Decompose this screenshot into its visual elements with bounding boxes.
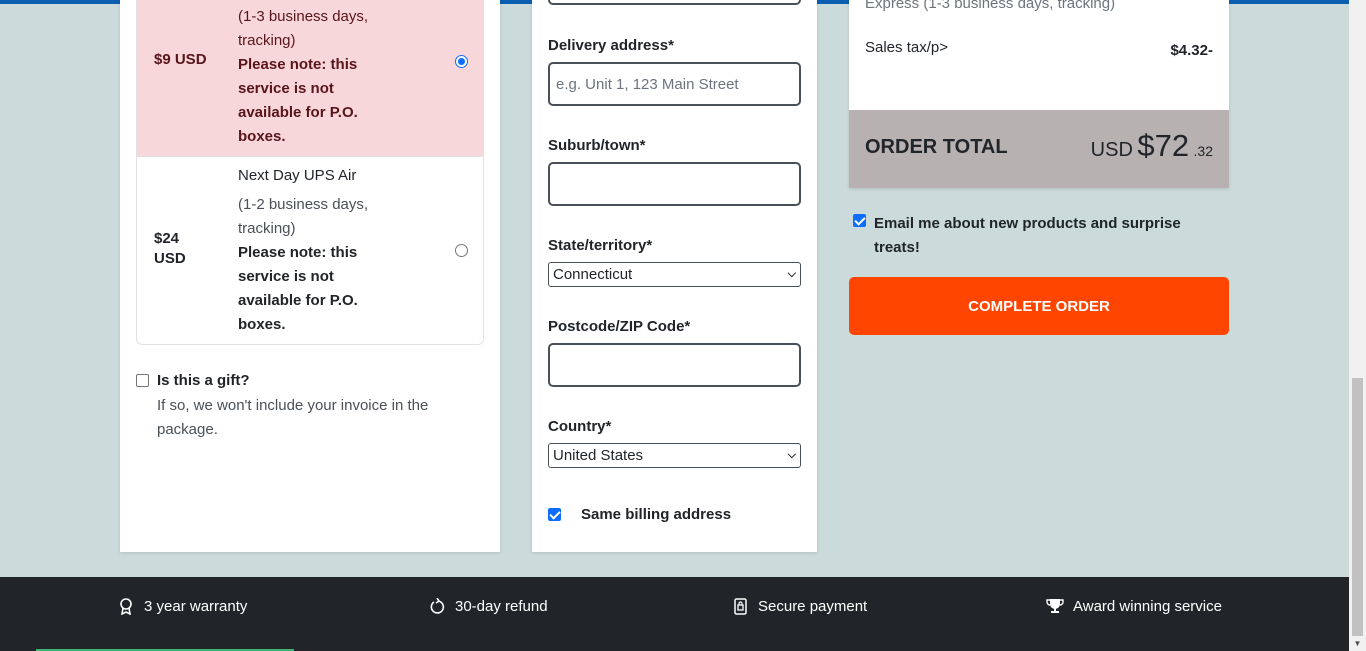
complete-order-button[interactable]: COMPLETE ORDER (849, 277, 1229, 335)
delivery-address-placeholder: e.g. Unit 1, 123 Main Street (556, 75, 739, 93)
chevron-down-icon: ⌵ (787, 268, 796, 280)
shipping-note-line: Please note: this (238, 56, 358, 73)
address-form-panel: Delivery address* e.g. Unit 1, 123 Main … (532, 0, 817, 552)
email-opt-in-label: Email me about new products and surprise… (874, 215, 1181, 256)
previous-input-edge (548, 0, 801, 5)
order-total-cents: .32 (1193, 143, 1213, 159)
shipping-note-line: available for P.O. (238, 292, 358, 309)
shipping-radio-express[interactable] (455, 55, 468, 68)
state-selected-value: Connecticut (553, 266, 633, 283)
gift-label: Is this a gift? (157, 372, 250, 389)
footer-item-secure: Secure payment (730, 597, 867, 615)
shipping-eta-line: tracking) (238, 32, 296, 49)
footer-item-refund: 30-day refund (427, 597, 548, 615)
country-select[interactable]: United States ⌵ (548, 443, 801, 468)
same-billing-label: Same billing address (581, 506, 732, 523)
shipping-note-line: Please note: this (238, 244, 358, 261)
postcode-label: Postcode/ZIP Code* (548, 318, 691, 335)
suburb-label: Suburb/town* (548, 137, 646, 154)
footer-item-label: Award winning service (1073, 597, 1222, 615)
order-total-currency: USD (1090, 139, 1133, 161)
footer-item-label: Secure payment (758, 597, 868, 615)
shipping-note-line: boxes. (238, 128, 286, 145)
shipping-note-line: service is not (238, 268, 334, 285)
shipping-note-line: service is not (238, 80, 334, 97)
shipping-note-line: available for P.O. (238, 104, 358, 121)
shipping-description: (1-3 business days, tracking) Please not… (238, 5, 408, 149)
delivery-address-label: Delivery address* (548, 37, 674, 54)
order-total-amount: $72 (1137, 128, 1190, 163)
shipping-price: $9 USD (154, 51, 207, 68)
same-billing-checkbox[interactable] (548, 508, 561, 521)
sales-tax-value: $4.32- (1170, 42, 1213, 59)
refresh-icon (427, 597, 447, 615)
shipping-radio-next-day[interactable] (455, 244, 468, 257)
trophy-icon (1045, 597, 1065, 615)
lock-icon (730, 597, 750, 615)
footer-item-award: Award winning service (1045, 597, 1222, 615)
shipping-options-panel: $9 USD (1-3 business days, tracking) Ple… (120, 0, 500, 552)
shipping-options-table: $9 USD (1-3 business days, tracking) Ple… (136, 0, 484, 345)
scroll-down-icon[interactable]: ▼ (1349, 636, 1366, 651)
sales-tax-label: Sales tax/p> (865, 39, 948, 56)
suburb-input[interactable] (548, 162, 801, 206)
scrollbar-thumb[interactable] (1352, 378, 1363, 636)
shipping-price-line: $24 (154, 230, 180, 247)
delivery-address-input[interactable]: e.g. Unit 1, 123 Main Street (548, 62, 801, 106)
state-label: State/territory* (548, 237, 653, 254)
shipping-option-next-day[interactable]: $24 USD Next Day UPS Air (1-2 business d… (137, 157, 483, 344)
postcode-input[interactable] (548, 343, 801, 387)
trust-footer: 3 year warranty 30-day refund Secure pay… (0, 577, 1349, 651)
email-opt-in-checkbox[interactable] (853, 214, 866, 227)
order-total-value: USD $72 .32 (1091, 128, 1213, 164)
chevron-down-icon: ⌵ (787, 449, 796, 461)
shipping-note-line: boxes. (238, 316, 286, 333)
shipping-option-express[interactable]: $9 USD (1-3 business days, tracking) Ple… (137, 0, 483, 157)
order-total-bar: ORDER TOTAL USD $72 .32 (849, 110, 1229, 188)
country-label: Country* (548, 418, 612, 435)
footer-item-label: 3 year warranty (144, 597, 248, 615)
vertical-scrollbar[interactable]: ▼ (1349, 0, 1366, 651)
shipping-price-line: USD (154, 250, 186, 267)
shipping-description: Next Day UPS Air (1-2 business days, tra… (238, 164, 408, 337)
order-summary-panel: Express (1-3 business days, tracking) Sa… (849, 0, 1229, 188)
shipping-eta-line: (1-3 business days, (238, 8, 369, 25)
country-selected-value: United States (553, 447, 644, 464)
gift-help-text: If so, we won't include your invoice in … (157, 397, 429, 438)
state-select[interactable]: Connecticut ⌵ (548, 262, 801, 287)
summary-shipping-line: Express (1-3 business days, tracking) (865, 0, 1116, 12)
gift-checkbox[interactable] (136, 374, 149, 387)
shipping-eta-line: (1-2 business days, (238, 196, 369, 213)
shipping-eta-line: tracking) (238, 220, 296, 237)
footer-item-warranty: 3 year warranty (116, 597, 247, 615)
shipping-price: $24 USD (154, 229, 186, 269)
footer-item-label: 30-day refund (455, 597, 548, 615)
order-total-label: ORDER TOTAL (865, 136, 1008, 158)
shipping-name: Next Day UPS Air (238, 167, 357, 184)
award-icon (116, 597, 136, 615)
